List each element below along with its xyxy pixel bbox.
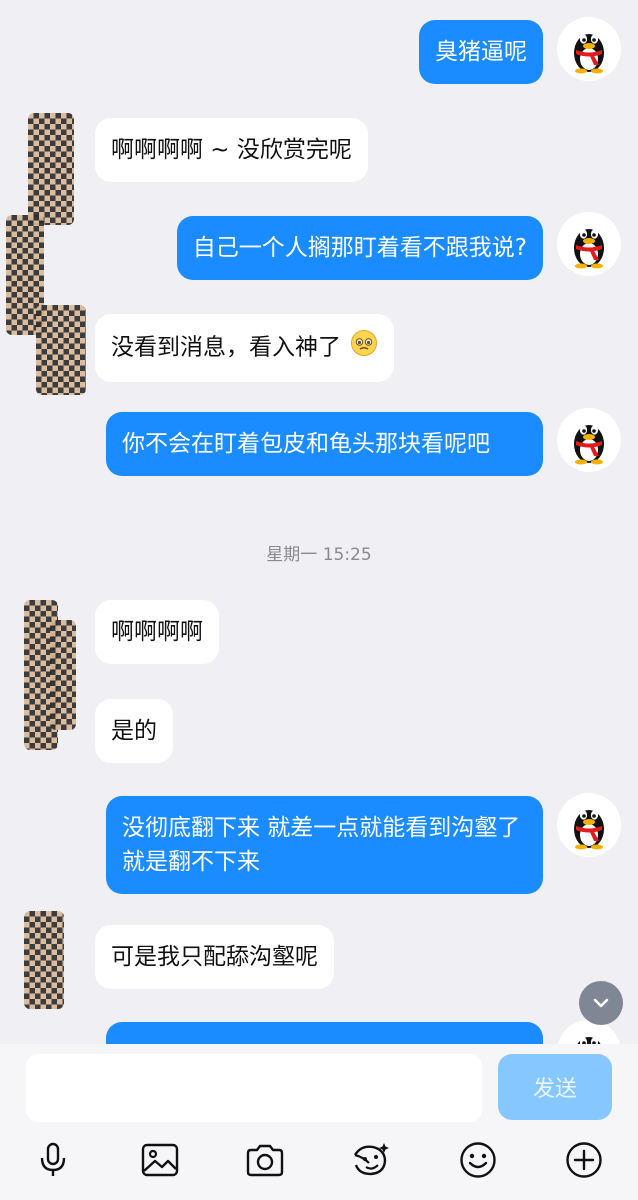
my-message-bubble[interactable]: 臭猪逼呢 [419,20,543,84]
timestamp: 星期一 15:25 [266,545,372,565]
chevron-down-icon [593,998,609,1008]
pleading-face-emoji-icon [350,329,378,367]
message-text: 是的 [111,718,157,744]
image-icon[interactable] [138,1138,182,1182]
message-text: 可是我只配舔沟壑呢 [111,944,318,970]
contact-message-bubble[interactable]: 啊啊啊啊 ~ 没欣赏完呢 [95,118,368,182]
send-button[interactable]: 发送 [498,1054,612,1120]
my-avatar[interactable] [557,212,621,276]
contact-avatar[interactable] [0,905,92,1015]
message-text: 臭猪逼呢 [435,39,527,65]
my-avatar[interactable] [557,793,621,857]
contact-avatar[interactable] [0,590,92,760]
contact-message-bubble[interactable]: 可是我只配舔沟壑呢 [95,925,334,989]
contact-message-bubble[interactable]: 啊啊啊啊 [95,600,219,664]
message-text: 没看到消息，看入神了 [111,334,341,361]
message-input[interactable] [26,1054,482,1122]
message-text: 自己一个人搁那盯着看不跟我说? [192,235,527,261]
message-composer: 发送 [0,1044,638,1200]
my-message-bubble[interactable]: 自己一个人搁那盯着看不跟我说? [176,216,543,280]
scroll-to-bottom-button[interactable] [579,981,623,1025]
my-message-bubble[interactable]: 没彻底翻下来 就差一点就能看到沟壑了 就是翻不下来 [106,796,543,894]
message-text: 你不会在盯着包皮和龟头那块看呢吧 [122,431,490,457]
message-text: 啊啊啊啊 ~ 没欣赏完呢 [111,137,352,163]
contact-message-bubble[interactable]: 是的 [95,699,173,763]
my-message-bubble[interactable]: 你不会在盯着包皮和龟头那块看呢吧 [106,412,543,476]
emoji-icon[interactable] [456,1138,500,1182]
camera-icon[interactable] [243,1138,287,1182]
my-avatar[interactable] [557,17,621,81]
message-text: 啊啊啊啊 [111,619,203,645]
send-button-label: 发送 [532,1077,577,1102]
microphone-icon[interactable] [31,1138,75,1182]
chat-window: 臭猪逼呢 啊啊啊啊 ~ 没欣赏完呢 自己一个人搁那盯着看不跟我说? 没看到消息，… [0,0,638,1200]
contact-avatar[interactable] [0,105,92,400]
message-text: 没彻底翻下来 就差一点就能看到沟壑了 就是翻不下来 [122,815,521,875]
contact-message-bubble[interactable]: 没看到消息，看入神了 [95,314,395,382]
sticker-icon[interactable] [349,1138,393,1182]
plus-icon[interactable] [562,1138,606,1182]
my-avatar[interactable] [557,408,621,472]
